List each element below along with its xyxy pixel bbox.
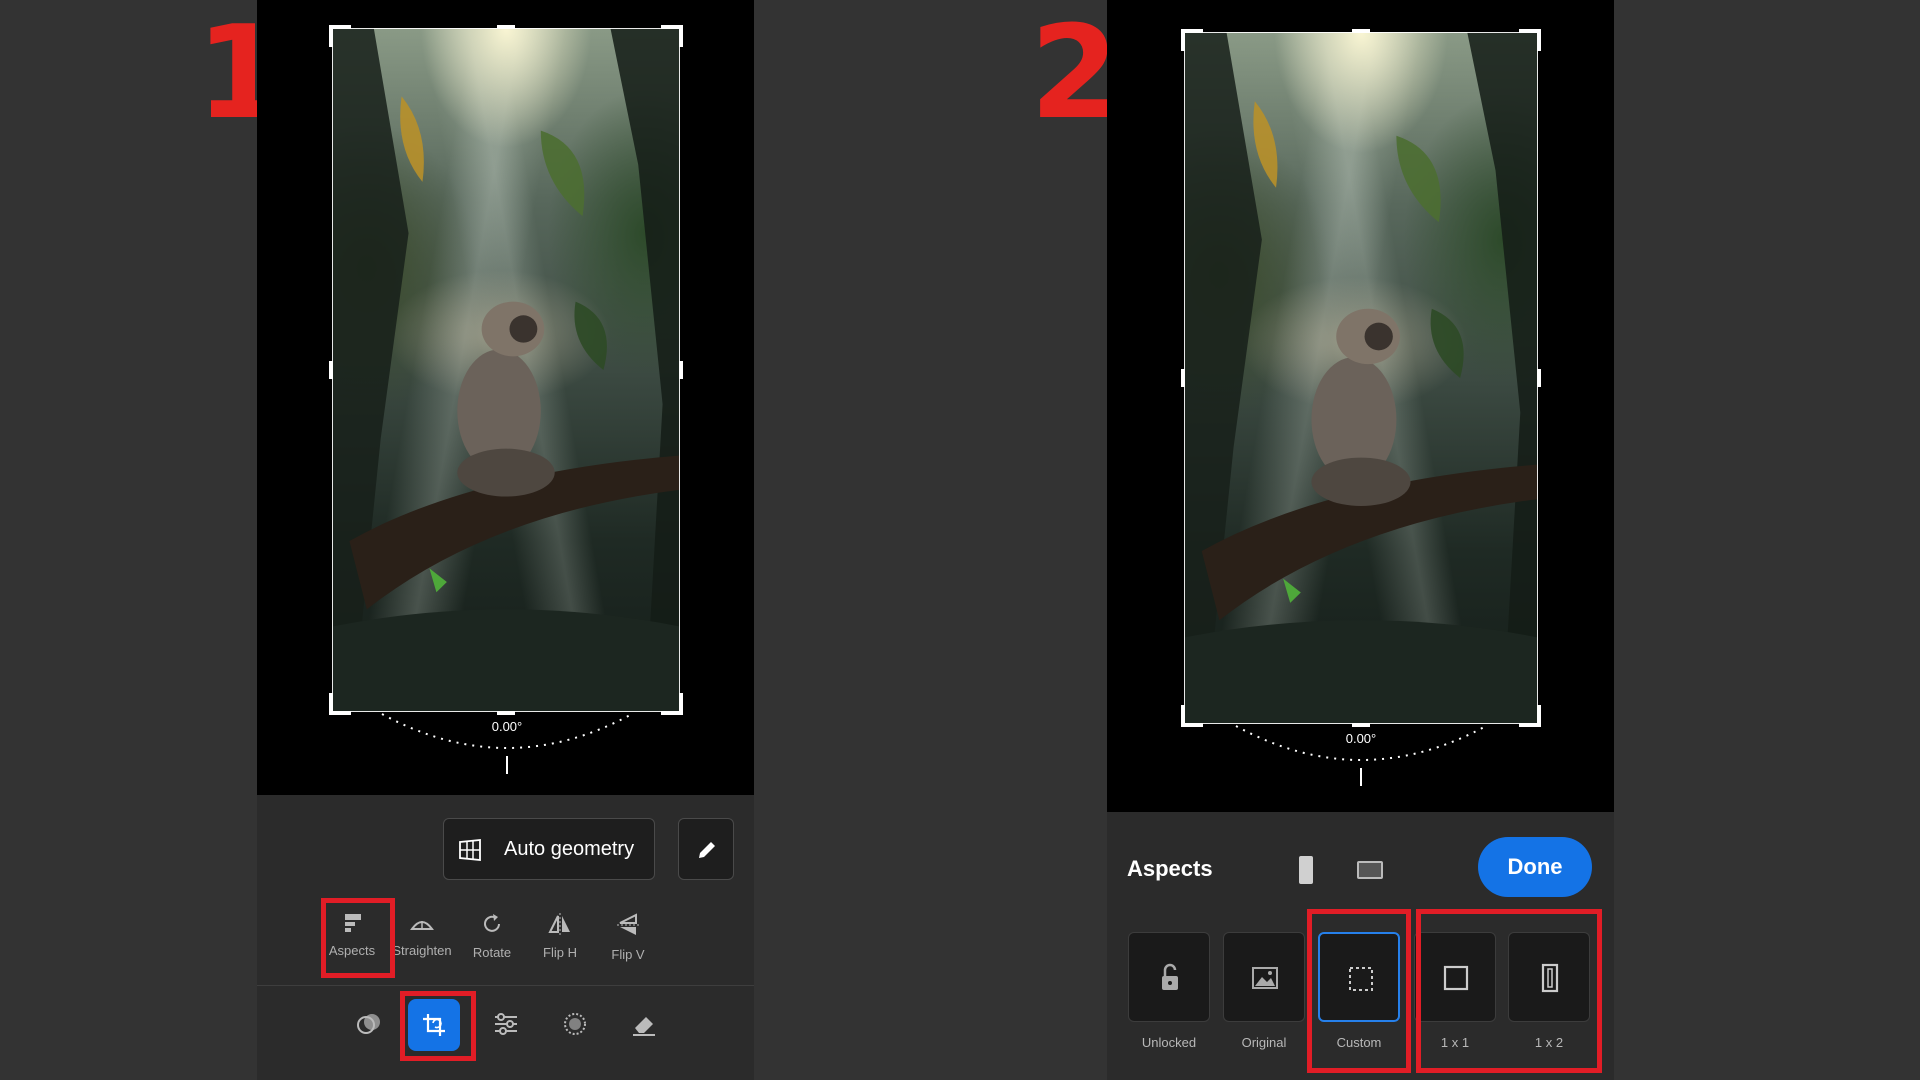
flip-horizontal-icon [548, 913, 570, 935]
highlight-box-aspects [321, 898, 395, 978]
auto-geometry-icon [459, 839, 481, 861]
tool-label: Flip V [611, 947, 645, 962]
edit-pencil-button[interactable] [678, 818, 734, 880]
tool-flip-h[interactable]: Flip H [525, 905, 595, 975]
eraser-icon [633, 1017, 655, 1036]
effects-icon [564, 1013, 586, 1035]
crop-handle-top[interactable] [1352, 29, 1370, 33]
screenshot-panel-2: 0.00° Aspects Done Unlocked Original Cus… [1107, 0, 1614, 1080]
crop-frame[interactable] [329, 25, 683, 715]
bottom-tool-adjust[interactable] [477, 995, 533, 1051]
aspect-option-tile[interactable] [1128, 932, 1210, 1022]
aspect-option-original[interactable]: Original [1223, 932, 1305, 1050]
crop-handle-top[interactable] [497, 25, 515, 29]
aspects-title: Aspects [1127, 856, 1213, 881]
crop-handle-top-right[interactable] [1519, 29, 1541, 51]
tool-straighten[interactable]: Straighten [387, 905, 457, 975]
aspect-option-label: Original [1241, 1035, 1287, 1050]
crop-handle-left[interactable] [1181, 369, 1185, 387]
rotate-icon [484, 914, 500, 932]
crop-handle-right[interactable] [679, 361, 683, 379]
bottom-tool-effects[interactable] [546, 995, 602, 1051]
straighten-icon [410, 921, 434, 930]
toolbar-divider [257, 985, 754, 986]
bottom-tool-eraser[interactable] [615, 995, 671, 1051]
auto-geometry-label: Auto geometry [504, 838, 635, 860]
aspects-toolbar: Aspects Done Unlocked Original Custom 1 … [1107, 812, 1614, 1080]
aspect-option-label: Unlocked [1141, 1035, 1197, 1050]
tool-label: Straighten [392, 943, 452, 958]
crop-handle-top-right[interactable] [661, 25, 683, 47]
step-number-2: 2 [1030, 0, 1120, 148]
done-button[interactable]: Done [1478, 837, 1592, 897]
rotation-dial[interactable]: 0.00° [372, 712, 642, 776]
mix-icon [357, 1014, 380, 1034]
screenshot-panel-1: 0.00° Auto geometry Aspects Straighten R… [257, 0, 754, 1080]
crop-handle-top-left[interactable] [329, 25, 351, 47]
highlight-box-custom [1307, 909, 1411, 1073]
portrait-orientation-icon[interactable] [1299, 856, 1313, 884]
auto-geometry-button[interactable]: Auto geometry [443, 818, 655, 880]
bottom-tool-mix[interactable] [340, 995, 396, 1051]
highlight-box-crop [400, 991, 476, 1061]
flip-vertical-icon [617, 913, 639, 935]
crop-handle-bottom-left[interactable] [1181, 705, 1203, 727]
crop-handle-right[interactable] [1537, 369, 1541, 387]
pencil-icon [699, 842, 715, 858]
rotation-angle-readout: 0.00° [1345, 731, 1377, 746]
adjust-icon [495, 1013, 517, 1035]
crop-handle-bottom-right[interactable] [1519, 705, 1541, 727]
highlight-box-1x1-1x2 [1416, 909, 1602, 1073]
rotation-dial[interactable]: 0.00° [1226, 724, 1496, 788]
image-icon [1252, 967, 1278, 989]
crop-handle-bottom-left[interactable] [329, 693, 351, 715]
crop-handle-bottom-right[interactable] [661, 693, 683, 715]
crop-frame[interactable] [1181, 29, 1541, 727]
crop-handle-top-left[interactable] [1181, 29, 1203, 51]
crop-handle-left[interactable] [329, 361, 333, 379]
aspect-option-unlocked[interactable]: Unlocked [1128, 932, 1210, 1050]
tool-label: Flip H [543, 945, 577, 960]
crop-toolbar: Auto geometry Aspects Straighten Rotate … [257, 795, 754, 1080]
tool-rotate[interactable]: Rotate [457, 905, 527, 975]
landscape-orientation-icon[interactable] [1357, 861, 1383, 879]
aspect-option-tile[interactable] [1223, 932, 1305, 1022]
rotation-angle-readout: 0.00° [491, 719, 523, 734]
unlock-icon [1162, 963, 1178, 990]
tool-flip-v[interactable]: Flip V [593, 905, 663, 975]
tool-label: Rotate [472, 945, 512, 960]
